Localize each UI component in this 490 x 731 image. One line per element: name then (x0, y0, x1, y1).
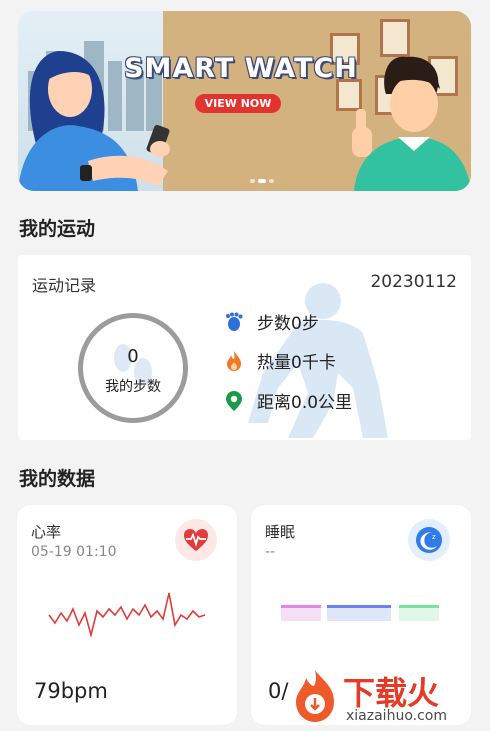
heart-rate-time: 05-19 01:10 (31, 544, 117, 560)
heart-rate-title: 心率 (31, 523, 62, 541)
footprints-icon (226, 312, 243, 331)
sleep-value: 0/ (268, 679, 289, 703)
stat-steps-text: 步数0步 (257, 314, 319, 334)
carousel-indicator (250, 179, 274, 183)
heart-rate-icon-badge (175, 519, 217, 561)
stat-calories-text: 热量0千卡 (257, 353, 336, 373)
sleep-bar-deep (327, 605, 391, 621)
heart-rate-waveform (48, 592, 206, 639)
heart-rate-value: 79bpm (34, 679, 108, 703)
promo-banner[interactable]: SMART WATCH VIEW NOW (18, 11, 471, 191)
steps-ring: 0 我的步数 (78, 313, 188, 423)
moon-icon: z (416, 527, 442, 553)
site-watermark: 下载火 xiazaihuo.com (288, 668, 488, 728)
sleep-bar-light (281, 605, 321, 621)
carousel-dot[interactable] (269, 179, 274, 183)
exercise-record-date: 20230112 (370, 272, 457, 292)
sleep-bar-rem (399, 605, 439, 621)
stat-calories: 热量0千卡 (223, 348, 336, 373)
sleep-title: 睡眠 (265, 523, 296, 541)
exercise-record-label: 运动记录 (32, 276, 97, 295)
section-title-my-exercise: 我的运动 (19, 218, 96, 240)
stat-distance: 距离0.0公里 (223, 388, 352, 413)
section-title-my-data: 我的数据 (19, 468, 96, 490)
stat-steps: 步数0步 (223, 309, 319, 334)
carousel-dot-active[interactable] (258, 179, 266, 183)
heart-pulse-icon (184, 529, 208, 551)
sleep-time: -- (265, 544, 276, 560)
flame-logo-icon (296, 670, 334, 722)
flame-icon (227, 350, 241, 371)
exercise-record-card[interactable]: 运动记录 20230112 0 我的步数 步数0步 热量0千卡 距离0.0公里 (18, 255, 471, 440)
view-now-button[interactable]: VIEW NOW (195, 94, 281, 113)
watermark-url: xiazaihuo.com (346, 708, 447, 724)
location-pin-icon (226, 390, 242, 411)
banner-title: SMART WATCH (124, 53, 358, 84)
svg-text:z: z (432, 533, 436, 541)
carousel-dot[interactable] (250, 179, 255, 183)
heart-rate-card[interactable]: 心率 05-19 01:10 79bpm (17, 505, 237, 725)
steps-label: 我的步数 (105, 379, 161, 395)
stat-distance-text: 距离0.0公里 (257, 393, 353, 413)
sleep-icon-badge: z (408, 519, 450, 561)
steps-count: 0 (127, 346, 139, 367)
